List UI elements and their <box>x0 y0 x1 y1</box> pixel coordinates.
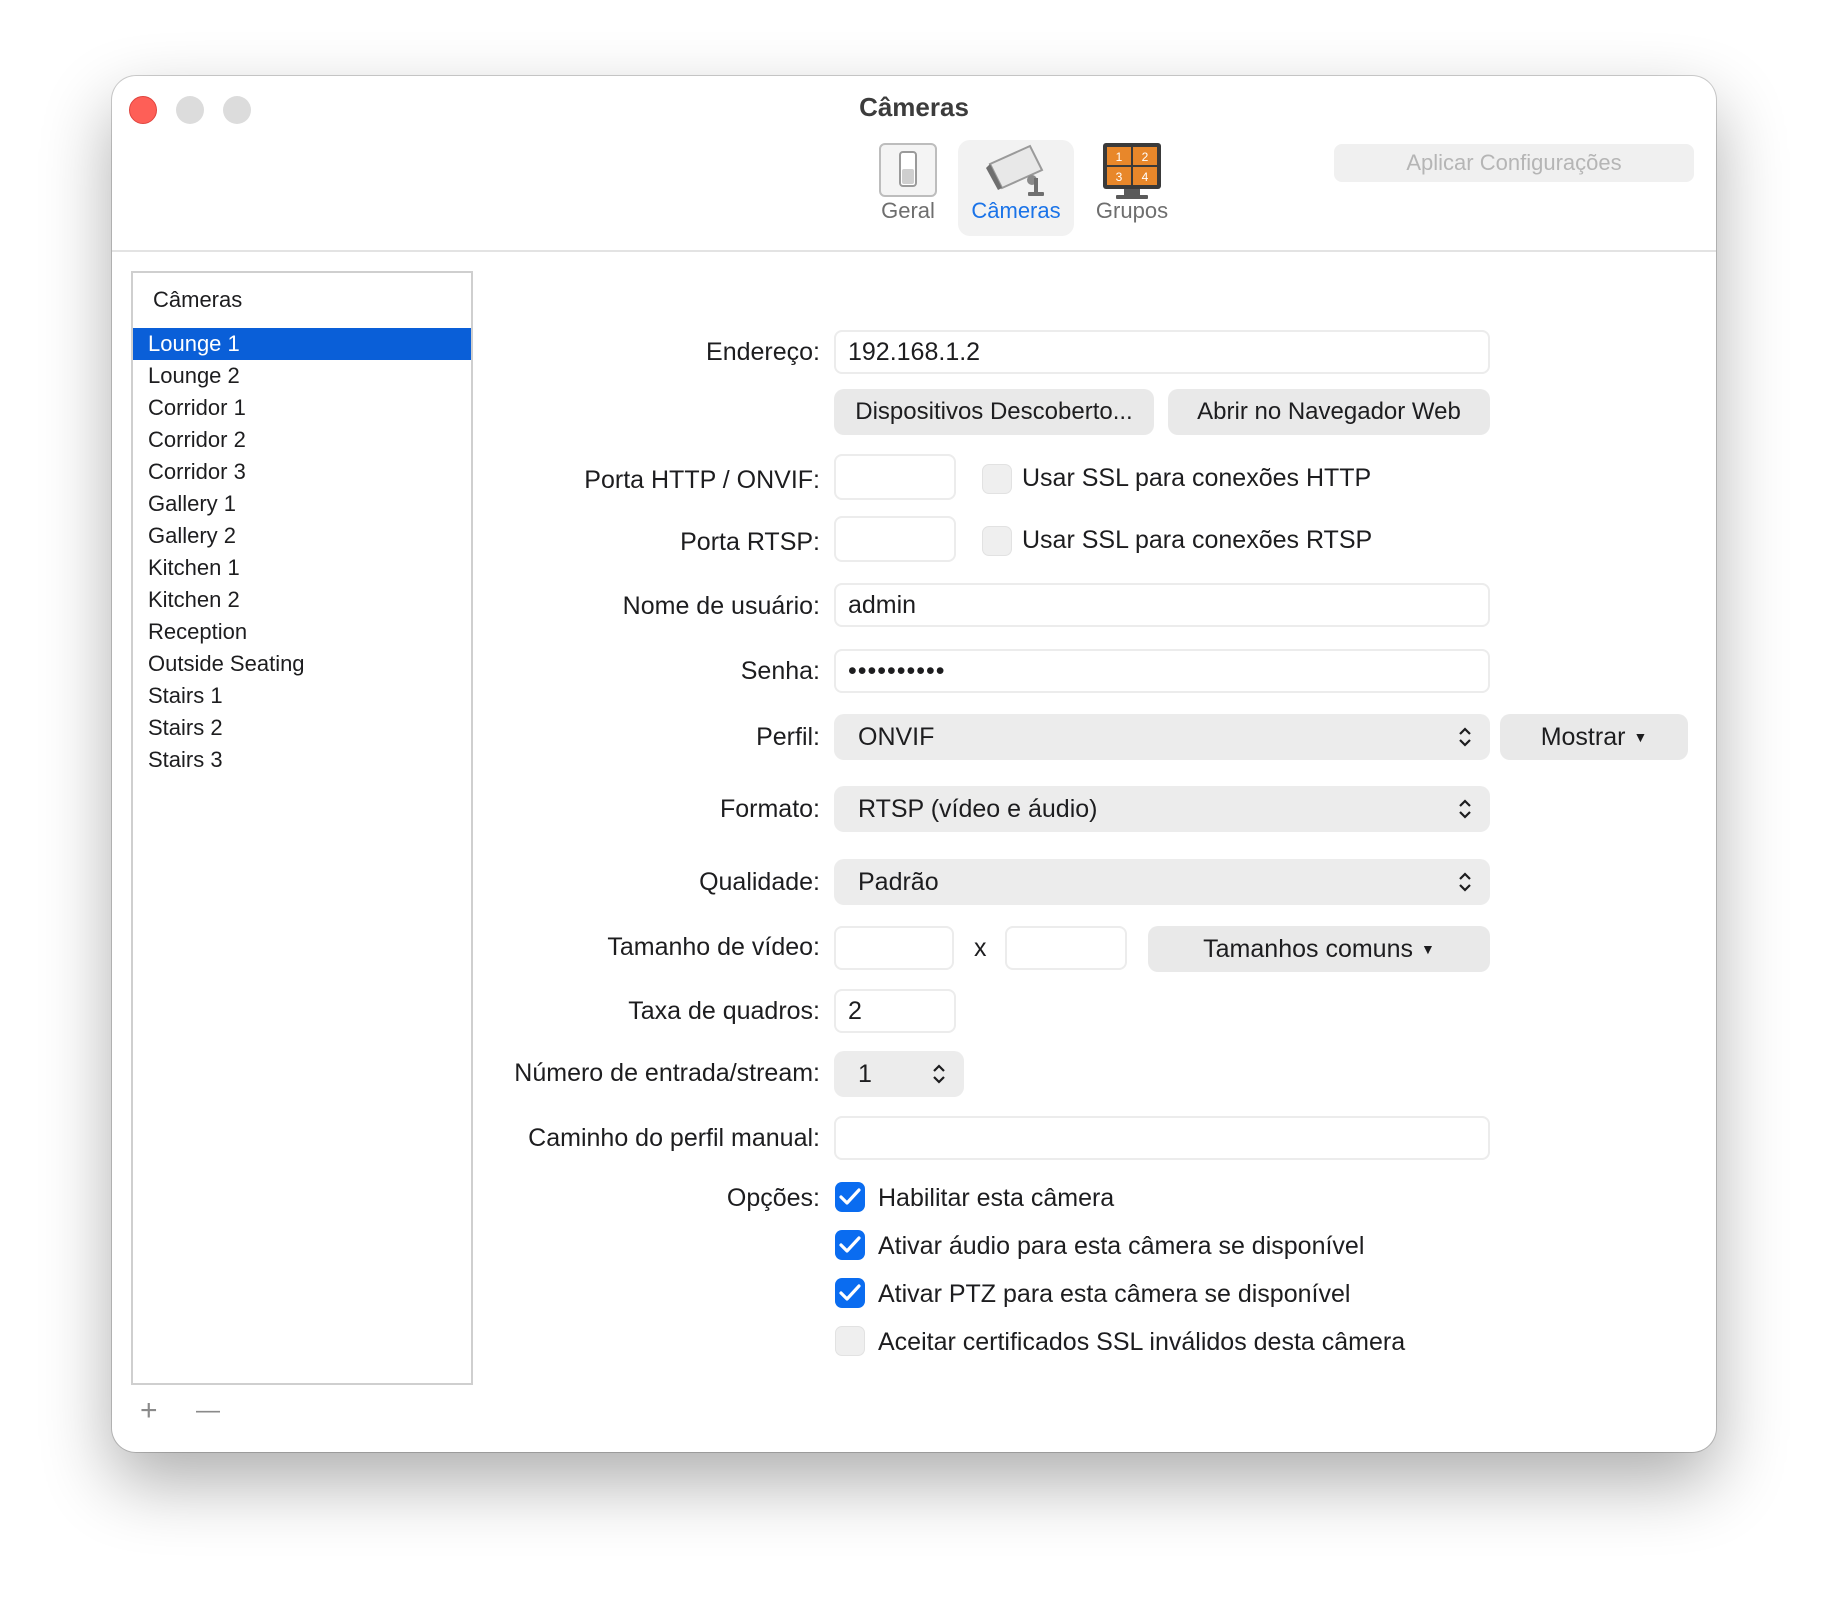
list-item[interactable]: Gallery 1 <box>133 488 471 520</box>
username-field[interactable]: admin <box>834 583 1490 627</box>
stream-popup[interactable]: 1 <box>834 1051 964 1097</box>
list-item[interactable]: Reception <box>133 616 471 648</box>
profile-popup[interactable]: ONVIF <box>834 714 1490 760</box>
framerate-field[interactable]: 2 <box>834 989 956 1033</box>
list-item[interactable]: Outside Seating <box>133 648 471 680</box>
list-item[interactable]: Lounge 1 <box>133 328 471 360</box>
enable-camera-checkbox[interactable] <box>835 1182 865 1212</box>
tab-geral-label: Geral <box>881 198 935 223</box>
address-field[interactable]: 192.168.1.2 <box>834 330 1490 374</box>
video-size-label: Tamanho de vídeo: <box>607 933 820 961</box>
list-item[interactable]: Corridor 1 <box>133 392 471 424</box>
rtsp-port-label: Porta RTSP: <box>680 528 820 556</box>
http-port-field[interactable] <box>834 454 956 500</box>
show-menu-label: Mostrar <box>1540 723 1626 751</box>
up-down-arrows-icon <box>1459 799 1471 819</box>
http-port-label: Porta HTTP / ONVIF: <box>584 466 820 494</box>
format-value: RTSP (vídeo e áudio) <box>858 795 1098 823</box>
rtsp-port-field[interactable] <box>834 516 956 562</box>
list-item[interactable]: Gallery 2 <box>133 520 471 552</box>
video-size-separator: x <box>974 934 987 962</box>
rtsp-ssl-checkbox[interactable] <box>982 526 1012 556</box>
enable-audio-label: Ativar áudio para esta câmera se disponí… <box>878 1232 1365 1260</box>
window-title: Câmeras <box>859 92 969 122</box>
tab-grupos-label: Grupos <box>1095 198 1169 223</box>
checkmark-icon <box>839 1188 861 1205</box>
tab-grupos[interactable]: 1 2 3 4 Grupos <box>1074 140 1190 236</box>
http-ssl-checkbox[interactable] <box>982 464 1012 494</box>
manual-path-label: Caminho do perfil manual: <box>528 1124 820 1152</box>
quality-value: Padrão <box>858 868 939 896</box>
password-label: Senha: <box>740 657 820 685</box>
list-item[interactable]: Stairs 3 <box>133 744 471 776</box>
password-field[interactable]: •••••••••• <box>834 649 1490 693</box>
checkmark-icon <box>839 1284 861 1301</box>
list-item[interactable]: Stairs 1 <box>133 680 471 712</box>
list-item[interactable]: Kitchen 2 <box>133 584 471 616</box>
rtsp-ssl-label: Usar SSL para conexões RTSP <box>1022 526 1373 554</box>
username-label: Nome de usuário: <box>622 592 820 620</box>
grid-number-4: 4 <box>1142 170 1149 184</box>
grid-number-1: 1 <box>1116 150 1123 164</box>
show-menu-button[interactable]: Mostrar ▼ <box>1500 714 1688 760</box>
enable-camera-label: Habilitar esta câmera <box>878 1184 1115 1212</box>
accept-invalid-ssl-label: Aceitar certificados SSL inválidos desta… <box>878 1328 1406 1356</box>
tab-geral[interactable]: Geral <box>850 140 966 236</box>
up-down-arrows-icon <box>1459 872 1471 892</box>
options-label: Opções: <box>726 1184 820 1212</box>
dropdown-caret-icon: ▼ <box>1420 941 1435 957</box>
discovered-devices-button[interactable]: Dispositivos Descoberto... <box>834 389 1154 435</box>
profile-label: Perfil: <box>756 723 820 751</box>
format-popup[interactable]: RTSP (vídeo e áudio) <box>834 786 1490 832</box>
video-height-field[interactable] <box>1005 926 1127 970</box>
list-item[interactable]: Lounge 2 <box>133 360 471 392</box>
grid-number-3: 3 <box>1116 170 1123 184</box>
switch-icon <box>879 143 937 197</box>
framerate-label: Taxa de quadros: <box>628 997 820 1025</box>
up-down-arrows-icon <box>1459 727 1471 747</box>
tab-cameras-label: Câmeras <box>971 198 1061 223</box>
address-label: Endereço: <box>706 338 820 366</box>
manual-path-field[interactable] <box>834 1116 1490 1160</box>
list-item[interactable]: Stairs 2 <box>133 712 471 744</box>
tab-cameras[interactable]: Câmeras <box>958 140 1074 236</box>
stream-label: Número de entrada/stream: <box>514 1059 820 1087</box>
quality-label: Qualidade: <box>699 868 820 896</box>
enable-audio-checkbox[interactable] <box>835 1230 865 1260</box>
camera-list[interactable]: Câmeras Lounge 1 Lounge 2 Corridor 1 Cor… <box>131 271 473 1385</box>
profile-value: ONVIF <box>858 723 935 751</box>
common-sizes-button[interactable]: Tamanhos comuns ▼ <box>1148 926 1490 972</box>
toolbar-divider <box>112 250 1716 252</box>
enable-ptz-label: Ativar PTZ para esta câmera se disponíve… <box>878 1280 1351 1308</box>
video-width-field[interactable] <box>834 926 954 970</box>
common-sizes-label: Tamanhos comuns <box>1203 935 1413 963</box>
checkmark-icon <box>839 1236 861 1253</box>
grid-number-2: 2 <box>1142 150 1149 164</box>
add-camera-button[interactable]: + <box>140 1396 158 1426</box>
list-item[interactable]: Corridor 2 <box>133 424 471 456</box>
enable-ptz-checkbox[interactable] <box>835 1278 865 1308</box>
list-item[interactable]: Corridor 3 <box>133 456 471 488</box>
security-camera-icon <box>986 144 1044 196</box>
camera-list-header: Câmeras <box>153 287 243 312</box>
accept-invalid-ssl-checkbox[interactable] <box>835 1326 865 1356</box>
dropdown-caret-icon: ▼ <box>1633 729 1648 745</box>
apply-settings-button[interactable]: Aplicar Configurações <box>1334 144 1694 182</box>
stream-value: 1 <box>858 1060 872 1088</box>
remove-camera-button[interactable]: — <box>196 1396 220 1426</box>
up-down-arrows-icon <box>933 1064 945 1084</box>
list-item[interactable]: Kitchen 1 <box>133 552 471 584</box>
open-browser-button[interactable]: Abrir no Navegador Web <box>1168 389 1490 435</box>
format-label: Formato: <box>719 795 820 823</box>
http-ssl-label: Usar SSL para conexões HTTP <box>1022 464 1372 492</box>
monitor-grid-icon: 1 2 3 4 <box>1103 143 1161 199</box>
quality-popup[interactable]: Padrão <box>834 859 1490 905</box>
preferences-window: Câmeras Geral Câmeras 1 2 3 4 Grupos Apl… <box>112 76 1716 1452</box>
